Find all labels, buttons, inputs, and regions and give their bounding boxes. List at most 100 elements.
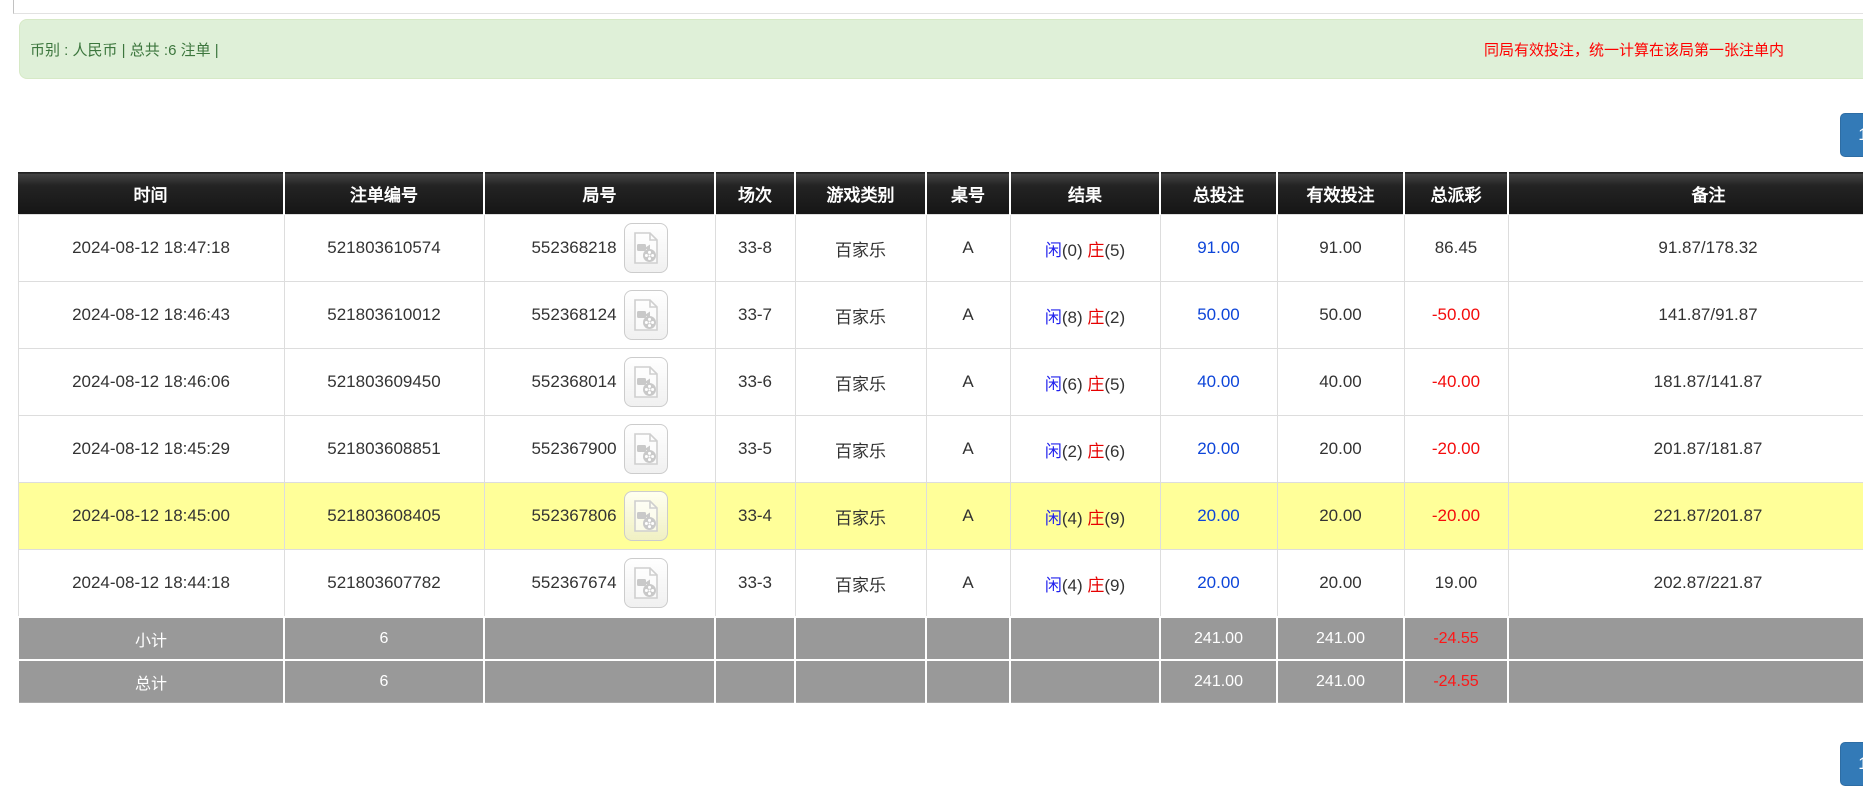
total-row-payout: -24.55: [1404, 660, 1508, 703]
game-type-cell: 百家乐: [795, 483, 926, 550]
table-no-cell: A: [926, 416, 1010, 483]
header-cell-9: 总派彩: [1404, 173, 1508, 215]
valid-bet-cell: 40.00: [1277, 349, 1404, 416]
total-bet-link[interactable]: 20.00: [1197, 439, 1240, 458]
video-replay-button[interactable]: [624, 223, 668, 273]
game-type-cell: 百家乐: [795, 349, 926, 416]
banker-result: 庄: [1087, 442, 1104, 461]
table-row: 2024-08-12 18:47:18521803610574552368218…: [18, 215, 1863, 282]
payout-cell: -50.00: [1404, 282, 1508, 349]
subtotal-row-total-bet: 241.00: [1160, 617, 1277, 660]
header-cell-2: 局号: [484, 173, 715, 215]
round-number: 552368124: [531, 305, 616, 325]
total-row-empty: [715, 660, 795, 703]
video-replay-button[interactable]: [624, 424, 668, 474]
pagination-page-button-top[interactable]: 1: [1840, 113, 1863, 157]
result-cell: 闲(6) 庄(5): [1010, 349, 1160, 416]
total-bet-link[interactable]: 91.00: [1197, 238, 1240, 257]
banker-result: 庄: [1087, 509, 1104, 528]
total-row-count: 6: [284, 660, 484, 703]
video-replay-button[interactable]: [624, 290, 668, 340]
banker-points: (9): [1104, 509, 1125, 528]
time-cell: 2024-08-12 18:46:43: [18, 282, 284, 349]
table-body: 2024-08-12 18:47:18521803610574552368218…: [18, 215, 1863, 703]
valid-bet-cell: 20.00: [1277, 550, 1404, 618]
header-cell-6: 结果: [1010, 173, 1160, 215]
remark-cell: 141.87/91.87: [1508, 282, 1863, 349]
player-result: 闲: [1045, 509, 1062, 528]
total-bet-link[interactable]: 40.00: [1197, 372, 1240, 391]
player-points: (4): [1062, 576, 1083, 595]
video-replay-icon: [632, 499, 660, 533]
table-header-row: 时间注单编号局号场次游戏类别桌号结果总投注有效投注总派彩备注: [18, 173, 1863, 215]
table-no-cell: A: [926, 215, 1010, 282]
total-row: 总计6241.00241.00-24.55: [18, 660, 1863, 703]
payout-cell: 86.45: [1404, 215, 1508, 282]
time-cell: 2024-08-12 18:45:29: [18, 416, 284, 483]
time-cell: 2024-08-12 18:46:06: [18, 349, 284, 416]
subtotal-row-empty: [715, 617, 795, 660]
round-cell: 552368124: [484, 282, 715, 349]
header-cell-4: 游戏类别: [795, 173, 926, 215]
payout-cell: 19.00: [1404, 550, 1508, 618]
session-cell: 33-6: [715, 349, 795, 416]
video-replay-button[interactable]: [624, 357, 668, 407]
subtotal-row-count: 6: [284, 617, 484, 660]
time-cell: 2024-08-12 18:44:18: [18, 550, 284, 618]
round-number: 552368014: [531, 372, 616, 392]
total-row-total-bet: 241.00: [1160, 660, 1277, 703]
table-row: 2024-08-12 18:46:43521803610012552368124…: [18, 282, 1863, 349]
player-points: (2): [1062, 442, 1083, 461]
table-no-cell: A: [926, 550, 1010, 618]
payout-cell: -20.00: [1404, 483, 1508, 550]
session-cell: 33-8: [715, 215, 795, 282]
table-row: 2024-08-12 18:46:06521803609450552368014…: [18, 349, 1863, 416]
round-cell: 552367900: [484, 416, 715, 483]
video-replay-icon: [632, 298, 660, 332]
total-bet-cell: 40.00: [1160, 349, 1277, 416]
header-cell-8: 有效投注: [1277, 173, 1404, 215]
total-bet-link[interactable]: 20.00: [1197, 506, 1240, 525]
header-cell-10: 备注: [1508, 173, 1863, 215]
round-number: 552367806: [531, 506, 616, 526]
video-replay-icon: [632, 365, 660, 399]
video-replay-icon: [632, 231, 660, 265]
total-row-valid-bet: 241.00: [1277, 660, 1404, 703]
subtotal-row-valid-bet: 241.00: [1277, 617, 1404, 660]
player-points: (8): [1062, 308, 1083, 327]
round-wrap: 552367900: [489, 424, 711, 474]
round-wrap: 552368014: [489, 357, 711, 407]
video-replay-button[interactable]: [624, 491, 668, 541]
total-row-remark: [1508, 660, 1863, 703]
total-bet-link[interactable]: 20.00: [1197, 573, 1240, 592]
game-type-cell: 百家乐: [795, 550, 926, 618]
payout-cell: -20.00: [1404, 416, 1508, 483]
total-row-empty: [926, 660, 1010, 703]
total-row-empty: [795, 660, 926, 703]
total-bet-cell: 91.00: [1160, 215, 1277, 282]
remark-cell: 181.87/141.87: [1508, 349, 1863, 416]
result-cell: 闲(8) 庄(2): [1010, 282, 1160, 349]
banker-result: 庄: [1087, 308, 1104, 327]
video-replay-button[interactable]: [624, 558, 668, 608]
player-result: 闲: [1045, 442, 1062, 461]
payout-cell: -40.00: [1404, 349, 1508, 416]
total-bet-cell: 20.00: [1160, 416, 1277, 483]
valid-bet-cell: 50.00: [1277, 282, 1404, 349]
subtotal-row: 小计6241.00241.00-24.55: [18, 617, 1863, 660]
session-cell: 33-3: [715, 550, 795, 618]
pagination-page-button-bottom[interactable]: 1: [1840, 742, 1863, 786]
player-result: 闲: [1045, 308, 1062, 327]
round-number: 552368218: [531, 238, 616, 258]
total-row-label: 总计: [18, 660, 284, 703]
round-wrap: 552368124: [489, 290, 711, 340]
round-cell: 552368014: [484, 349, 715, 416]
subtotal-row-empty: [795, 617, 926, 660]
player-result: 闲: [1045, 576, 1062, 595]
round-number: 552367674: [531, 573, 616, 593]
subtotal-row-remark: [1508, 617, 1863, 660]
banker-points: (9): [1104, 576, 1125, 595]
video-replay-icon: [632, 432, 660, 466]
banker-points: (2): [1104, 308, 1125, 327]
total-bet-link[interactable]: 50.00: [1197, 305, 1240, 324]
